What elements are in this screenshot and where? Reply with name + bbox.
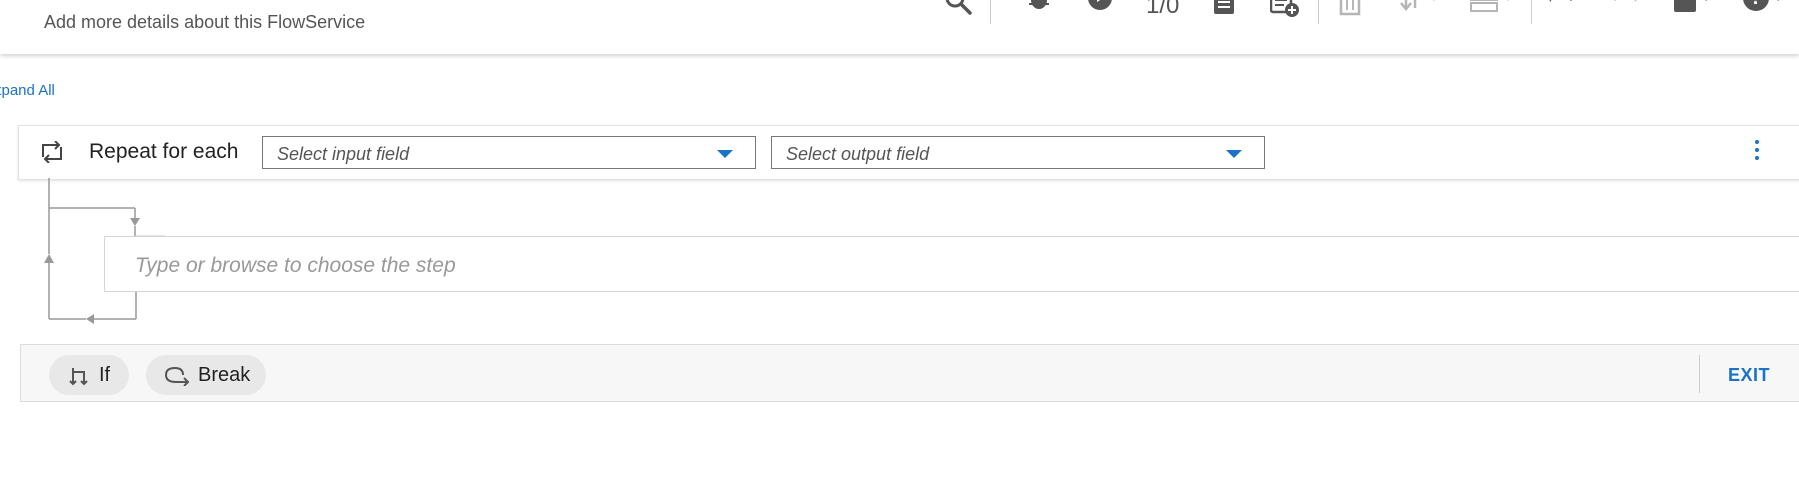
delete-icon[interactable] xyxy=(1338,0,1362,16)
exit-button[interactable]: EXIT xyxy=(1728,365,1770,386)
repeat-for-each-label: Repeat for each xyxy=(89,140,239,163)
repeat-icon xyxy=(39,140,65,168)
run-icon[interactable] xyxy=(1086,0,1114,14)
help-icon[interactable]: ? xyxy=(1742,0,1792,14)
step-input-placeholder: Type or browse to choose the step xyxy=(135,254,456,277)
step-input[interactable]: Type or browse to choose the step xyxy=(104,236,1799,292)
undo-icon[interactable] xyxy=(1546,0,1578,14)
toolbar-separator xyxy=(1318,0,1319,24)
move-icon[interactable] xyxy=(1398,0,1442,14)
toolbar-separator xyxy=(990,0,991,24)
if-label: If xyxy=(99,364,111,386)
save-icon[interactable] xyxy=(1672,0,1716,14)
flowservice-description[interactable]: Add more details about this FlowService xyxy=(44,12,365,33)
chevron-down-icon xyxy=(1226,150,1242,158)
more-options-icon[interactable] xyxy=(1754,139,1760,166)
redo-icon[interactable] xyxy=(1608,0,1640,14)
layout-icon[interactable] xyxy=(1470,0,1516,14)
divider xyxy=(1699,355,1700,393)
step-actions-bar: If Break EXIT xyxy=(20,344,1799,402)
output-field-placeholder: Select output field xyxy=(786,144,930,164)
branch-icon xyxy=(69,368,88,386)
search-icon[interactable] xyxy=(944,0,974,15)
input-field-select[interactable]: Select input field xyxy=(262,136,756,169)
expand-all-link[interactable]: xpand All xyxy=(0,82,55,99)
chevron-down-icon xyxy=(717,150,733,158)
if-button[interactable]: If xyxy=(49,355,129,395)
break-icon xyxy=(164,366,190,386)
output-field-select[interactable]: Select output field xyxy=(771,136,1265,169)
header: Add more details about this FlowService … xyxy=(0,0,1799,54)
debug-icon[interactable] xyxy=(1024,0,1054,14)
toolbar-separator xyxy=(1531,0,1532,24)
repeat-step-row[interactable]: Repeat for each Select input field Selec… xyxy=(18,125,1799,180)
step-counter: 1/0 xyxy=(1146,0,1180,19)
break-button[interactable]: Break xyxy=(146,355,266,395)
break-label: Break xyxy=(198,364,251,386)
document-add-icon[interactable] xyxy=(1270,0,1302,17)
svg-text:?: ? xyxy=(1751,0,1760,8)
input-field-placeholder: Select input field xyxy=(277,144,410,164)
document-icon[interactable] xyxy=(1212,0,1236,14)
